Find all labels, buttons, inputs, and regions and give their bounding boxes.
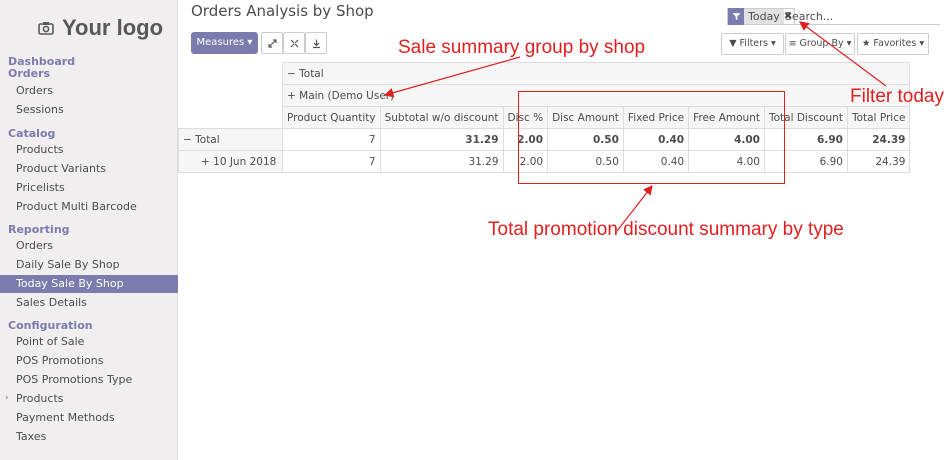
sidebar-item-products[interactable]: Products: [0, 390, 178, 408]
sidebar-item-daily-sale-by-shop[interactable]: Daily Sale By Shop: [0, 256, 178, 274]
annotation-promotion-summary: Total promotion discount summary by type: [488, 219, 844, 240]
sidebar-item-product-variants[interactable]: Product Variants: [0, 160, 178, 178]
expand-icon: [267, 38, 277, 48]
annotation-sale-summary: Sale summary group by shop: [398, 37, 646, 58]
row-header-total[interactable]: − Total: [178, 128, 283, 151]
download-button[interactable]: [305, 32, 327, 54]
facet-label: Today: [744, 9, 784, 24]
annotation-highlight-box: [518, 91, 785, 184]
measure-header[interactable]: Subtotal w/o discount: [379, 106, 504, 129]
favorites-dropdown[interactable]: ★ Favorites ▾: [857, 33, 929, 55]
measures-button[interactable]: Measures ▾: [191, 32, 258, 54]
cell-total-price: 24.39: [846, 150, 911, 173]
page-title: Orders Analysis by Shop: [191, 2, 374, 20]
chevron-right-icon[interactable]: ›: [5, 393, 9, 403]
sidebar-item-taxes[interactable]: Taxes: [0, 428, 178, 446]
sidebar-item-orders[interactable]: Orders: [0, 237, 178, 255]
sidebar-item-products[interactable]: Products: [0, 141, 178, 159]
sidebar-item-today-sale-by-shop[interactable]: Today Sale By Shop: [0, 275, 178, 293]
pivot-col-total-header[interactable]: − Total: [281, 62, 911, 85]
sidebar-item-orders[interactable]: Orders: [0, 82, 178, 100]
sidebar-item-pos-promotions[interactable]: POS Promotions: [0, 352, 178, 370]
sidebar-section-configuration[interactable]: Configuration: [8, 319, 93, 332]
row-header-date[interactable]: + 10 Jun 2018: [178, 150, 283, 173]
cell-subtotal: 31.29: [379, 150, 504, 173]
cell-subtotal: 31.29: [379, 128, 504, 151]
measure-header[interactable]: Total Price: [846, 106, 911, 129]
sidebar-item-pos-promotions-type[interactable]: POS Promotions Type: [0, 371, 178, 389]
annotation-filter-today: Filter today: [850, 86, 944, 107]
filter-icon: [728, 8, 744, 25]
sidebar-item-sessions[interactable]: Sessions: [0, 101, 178, 119]
filters-dropdown[interactable]: ▼ Filters ▾: [721, 33, 784, 55]
sidebar-section-catalog[interactable]: Catalog: [8, 127, 55, 140]
sidebar-item-sales-details[interactable]: Sales Details: [0, 294, 178, 312]
measure-header[interactable]: Product Quantity: [282, 106, 381, 129]
sidebar-item-pricelists[interactable]: Pricelists: [0, 179, 178, 197]
expand-button[interactable]: [261, 32, 283, 54]
collapse-icon: [290, 39, 298, 47]
sidebar-item-point-of-sale[interactable]: Point of Sale: [0, 333, 178, 351]
sidebar-section-reporting[interactable]: Reporting: [8, 223, 70, 236]
logo-text: Your logo: [62, 15, 164, 40]
pivot-corner: [178, 62, 283, 129]
download-icon: [312, 39, 320, 48]
sidebar-item-payment-methods[interactable]: Payment Methods: [0, 409, 178, 427]
sidebar-section-orders[interactable]: Orders: [8, 67, 50, 80]
camera-icon: [38, 22, 54, 35]
group-by-dropdown[interactable]: ≡ Group By ▾: [785, 33, 855, 55]
cell-product-quantity: 7: [282, 128, 381, 151]
search-input[interactable]: [785, 8, 940, 25]
cell-total-price: 24.39: [846, 128, 911, 151]
sidebar: Your logo Dashboard Orders Catalog Reportin…: [0, 0, 178, 460]
cell-product-quantity: 7: [282, 150, 381, 173]
sidebar-item-product-multi-barcode[interactable]: Product Multi Barcode: [0, 198, 178, 216]
logo: Your logo: [38, 14, 163, 42]
collapse-button[interactable]: [283, 32, 305, 54]
